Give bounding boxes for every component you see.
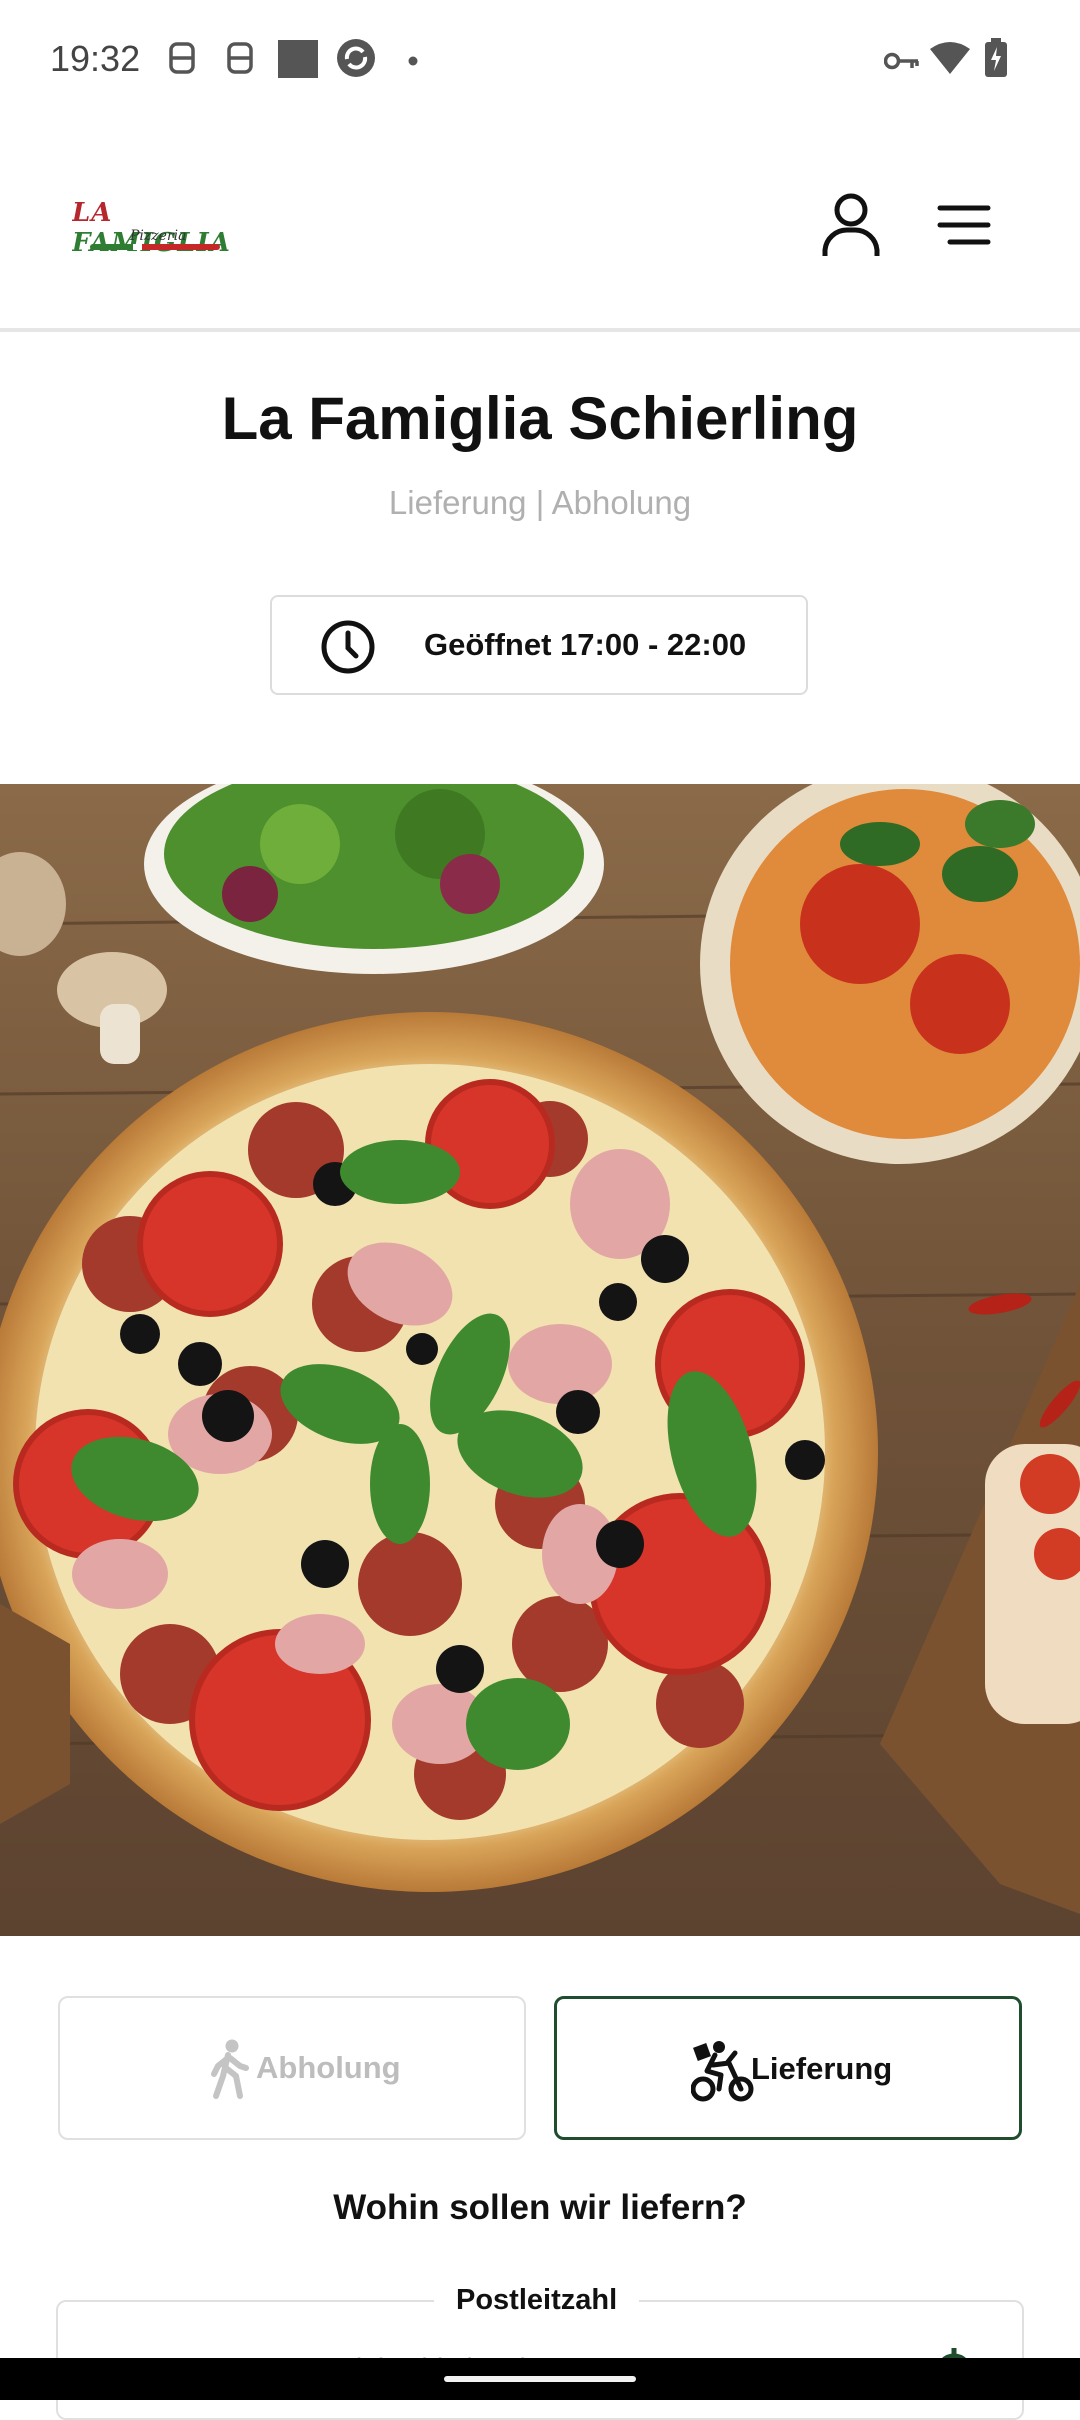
- menu-icon: [937, 205, 991, 245]
- clock-icon: [321, 620, 375, 674]
- notification-icon: [169, 42, 195, 74]
- dot-icon: [408, 56, 418, 66]
- notification-icon: [227, 42, 253, 74]
- opening-hours-text: Geöffnet 17:00 - 22:00: [424, 627, 747, 662]
- pickup-label: Abholung: [256, 2050, 401, 2085]
- delivery-mode-button[interactable]: Lieferung: [554, 1996, 1022, 2140]
- logo-flag-stripe: [90, 244, 220, 250]
- app-header: LA FAMIGLIA Pizzeria: [0, 126, 1080, 332]
- logo-subtext: Pizzeria: [130, 228, 187, 244]
- delivery-question: Wohin sollen wir liefern?: [333, 2188, 747, 2227]
- status-time: 19:32: [50, 38, 141, 79]
- restaurant-name: La Famiglia Schierling: [221, 385, 859, 452]
- opening-hours-badge[interactable]: Geöffnet 17:00 - 22:00: [270, 595, 808, 695]
- menu-button[interactable]: [936, 202, 992, 248]
- service-modes-subtitle: Lieferung | Abholung: [388, 484, 692, 521]
- postal-code-label: Postleitzahl: [434, 2284, 640, 2317]
- pickup-mode-button[interactable]: Abholung: [58, 1996, 526, 2140]
- hero-food-image: [0, 784, 1080, 1936]
- walking-person-icon: [211, 2039, 249, 2099]
- food-illustration: [0, 784, 1080, 1936]
- system-navigation-bar: [0, 2358, 1080, 2400]
- battery-charging-icon: [985, 38, 1007, 77]
- status-bar: 19:32: [0, 0, 1080, 126]
- vpn-key-icon: [884, 52, 919, 70]
- delivery-label: Lieferung: [751, 2051, 893, 2086]
- delivery-bike-icon: [691, 2041, 754, 2102]
- account-button[interactable]: [820, 192, 882, 258]
- user-icon: [822, 193, 880, 256]
- home-gesture-handle[interactable]: [444, 2376, 636, 2382]
- square-app-icon: [278, 40, 318, 78]
- wifi-icon: [930, 42, 970, 74]
- brand-logo[interactable]: LA FAMIGLIA Pizzeria: [72, 198, 242, 258]
- sync-icon: [337, 39, 375, 77]
